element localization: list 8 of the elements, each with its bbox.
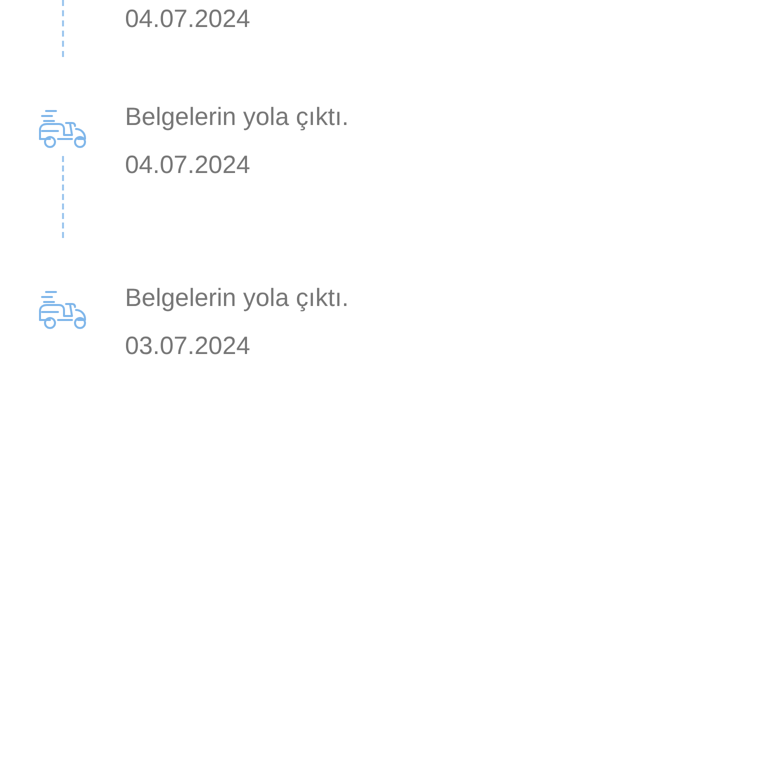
scooter-icon: [38, 109, 88, 149]
scooter-icon: [38, 290, 88, 330]
event-title: Belgelerin yola çıktı.: [125, 102, 349, 133]
connector-line: [62, 0, 64, 57]
event-date: 04.07.2024: [125, 150, 252, 181]
event-title: Belgelerin yola çıktı.: [125, 283, 349, 314]
event-date: 04.07.2024: [125, 4, 250, 35]
event-date: 03.07.2024: [125, 331, 252, 362]
